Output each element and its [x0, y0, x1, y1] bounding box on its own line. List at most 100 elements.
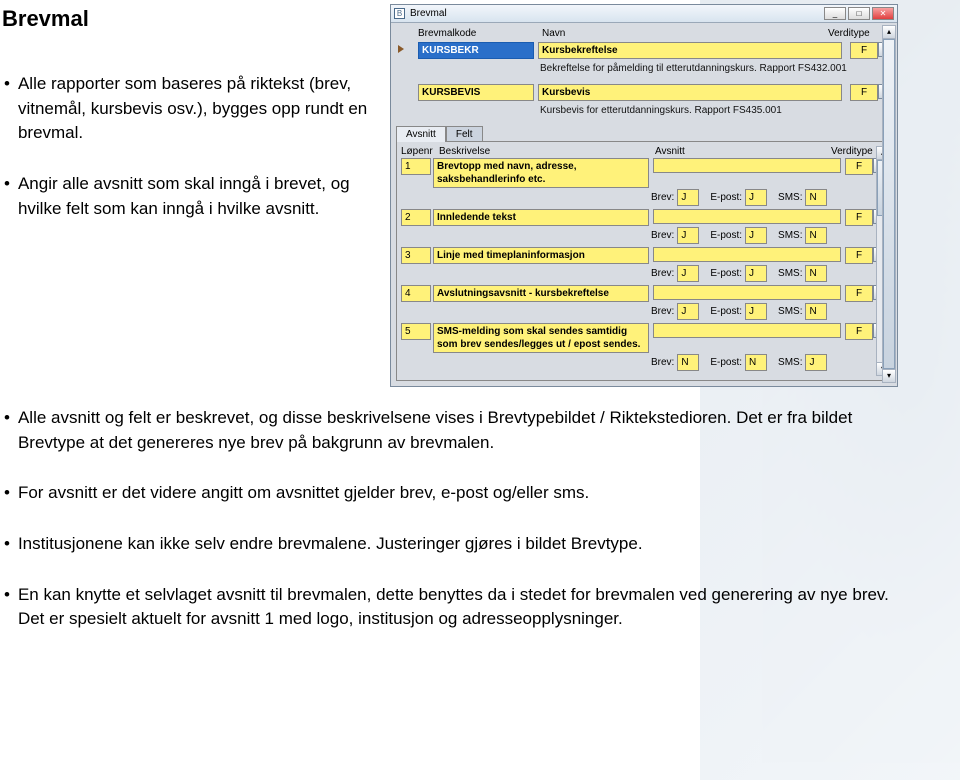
sms-label: SMS: [778, 192, 802, 203]
brevmal-description: Bekreftelse for påmelding til etterutdan… [540, 61, 892, 82]
sms-value[interactable]: N [805, 265, 827, 282]
col-brevmalkode: Brevmalkode [418, 28, 536, 39]
dialog-title: Brevmal [410, 8, 447, 19]
epost-value[interactable]: J [745, 265, 767, 282]
verditype-field[interactable]: F [845, 209, 873, 226]
bullet-dot-icon [4, 72, 10, 146]
brev-value[interactable]: J [677, 227, 699, 244]
current-row-icon [396, 42, 416, 56]
brev-label: Brev: [651, 230, 674, 241]
epost-value[interactable]: J [745, 189, 767, 206]
lopenr-field[interactable]: 5 [401, 323, 431, 340]
brev-label: Brev: [651, 306, 674, 317]
verditype-field[interactable]: F [850, 42, 878, 59]
verditype-field[interactable]: F [845, 158, 873, 175]
beskrivelse-field[interactable]: Innledende tekst [433, 209, 649, 226]
sms-label: SMS: [778, 268, 802, 279]
sms-value[interactable]: N [805, 189, 827, 206]
bullet-item: En kan knytte et selvlaget avsnitt til b… [4, 583, 894, 632]
beskrivelse-field[interactable]: Avslutningsavsnitt - kursbekreftelse [433, 285, 649, 302]
epost-value[interactable]: N [745, 354, 767, 371]
epost-label: E-post: [710, 306, 742, 317]
bullet-dot-icon [4, 532, 10, 557]
avsnitt-field[interactable] [653, 247, 841, 262]
brevmal-dialog: B Brevmal _ □ ✕ Brevmalkode Navn Verdity… [390, 4, 898, 387]
bullet-text: Institusjonene kan ikke selv endre brevm… [18, 532, 643, 557]
avsnitt-row[interactable]: 1Brevtopp med navn, adresse, saksbehandl… [401, 158, 887, 206]
epost-value[interactable]: J [745, 227, 767, 244]
brev-value[interactable]: J [677, 303, 699, 320]
dialog-titlebar[interactable]: B Brevmal _ □ ✕ [391, 5, 897, 23]
sms-value[interactable]: N [805, 227, 827, 244]
brevmal-row[interactable]: KURSBEVIS Kursbevis F ▾ [396, 82, 892, 103]
maximize-button[interactable]: □ [848, 7, 870, 20]
col-avsnitt: Avsnitt [655, 146, 827, 157]
sms-label: SMS: [778, 306, 802, 317]
bullets-bottom: Alle avsnitt og felt er beskrevet, og di… [4, 406, 894, 658]
beskrivelse-field[interactable]: Brevtopp med navn, adresse, saksbehandle… [433, 158, 649, 188]
dialog-scrollbar[interactable]: ▴ ▾ [882, 25, 896, 383]
navn-field[interactable]: Kursbevis [538, 84, 842, 101]
bullet-item: Angir alle avsnitt som skal inngå i brev… [4, 172, 374, 221]
avsnitt-row[interactable]: 4Avslutningsavsnitt - kursbekreftelseF▾B… [401, 285, 887, 320]
bullet-dot-icon [4, 172, 10, 221]
brevmal-row[interactable]: KURSBEKR Kursbekreftelse F ▾ [396, 40, 892, 61]
row-indent-icon [396, 84, 416, 98]
brevmalkode-field[interactable]: KURSBEKR [418, 42, 534, 59]
bullet-item: Institusjonene kan ikke selv endre brevm… [4, 532, 894, 557]
sms-value[interactable]: N [805, 303, 827, 320]
avsnitt-row[interactable]: 5SMS-melding som skal sendes samtidig so… [401, 323, 887, 371]
avsnitt-field[interactable] [653, 158, 841, 173]
verditype-field[interactable]: F [850, 84, 878, 101]
epost-label: E-post: [710, 230, 742, 241]
tab-bar: Avsnitt Felt [396, 126, 892, 142]
bullet-item: Alle rapporter som baseres på riktekst (… [4, 72, 374, 146]
bullet-item: Alle avsnitt og felt er beskrevet, og di… [4, 406, 894, 455]
bullet-item: For avsnitt er det videre angitt om avsn… [4, 481, 894, 506]
bullet-text: Alle rapporter som baseres på riktekst (… [18, 72, 374, 146]
tab-felt[interactable]: Felt [446, 126, 483, 142]
bullet-text: En kan knytte et selvlaget avsnitt til b… [18, 583, 894, 632]
window-icon: B [394, 8, 405, 19]
minimize-button[interactable]: _ [824, 7, 846, 20]
lopenr-field[interactable]: 2 [401, 209, 431, 226]
bullets-top: Alle rapporter som baseres på riktekst (… [4, 72, 374, 247]
bullet-text: For avsnitt er det videre angitt om avsn… [18, 481, 589, 506]
scroll-thumb[interactable] [883, 39, 895, 369]
bullet-text: Angir alle avsnitt som skal inngå i brev… [18, 172, 374, 221]
lopenr-field[interactable]: 1 [401, 158, 431, 175]
brevmalkode-field[interactable]: KURSBEVIS [418, 84, 534, 101]
top-list-header: Brevmalkode Navn Verditype [396, 26, 892, 40]
close-button[interactable]: ✕ [872, 7, 894, 20]
lopenr-field[interactable]: 3 [401, 247, 431, 264]
brev-label: Brev: [651, 357, 674, 368]
verditype-field[interactable]: F [845, 247, 873, 264]
avsnitt-field[interactable] [653, 323, 841, 338]
brev-value[interactable]: J [677, 189, 699, 206]
avsnitt-field[interactable] [653, 285, 841, 300]
scroll-up-icon[interactable]: ▴ [883, 26, 895, 39]
brev-value[interactable]: J [677, 265, 699, 282]
epost-label: E-post: [710, 268, 742, 279]
bullet-text: Alle avsnitt og felt er beskrevet, og di… [18, 406, 894, 455]
avsnitt-field[interactable] [653, 209, 841, 224]
epost-label: E-post: [710, 357, 742, 368]
sms-value[interactable]: J [805, 354, 827, 371]
scroll-down-icon[interactable]: ▾ [883, 369, 895, 382]
navn-field[interactable]: Kursbekreftelse [538, 42, 842, 59]
avsnitt-row[interactable]: 3Linje med timeplaninformasjonF▾Brev:JE-… [401, 247, 887, 282]
beskrivelse-field[interactable]: SMS-melding som skal sendes samtidig som… [433, 323, 649, 353]
bullet-dot-icon [4, 583, 10, 632]
epost-value[interactable]: J [745, 303, 767, 320]
beskrivelse-field[interactable]: Linje med timeplaninformasjon [433, 247, 649, 264]
col-navn: Navn [542, 28, 822, 39]
sms-label: SMS: [778, 230, 802, 241]
verditype-field[interactable]: F [845, 285, 873, 302]
col-lopenr: Løpenr [401, 146, 435, 157]
tab-avsnitt[interactable]: Avsnitt [396, 126, 446, 142]
avsnitt-row[interactable]: 2Innledende tekstF▾Brev:JE-post:JSMS:N [401, 209, 887, 244]
verditype-field[interactable]: F [845, 323, 873, 340]
lopenr-field[interactable]: 4 [401, 285, 431, 302]
brev-value[interactable]: N [677, 354, 699, 371]
col-beskrivelse: Beskrivelse [439, 146, 651, 157]
